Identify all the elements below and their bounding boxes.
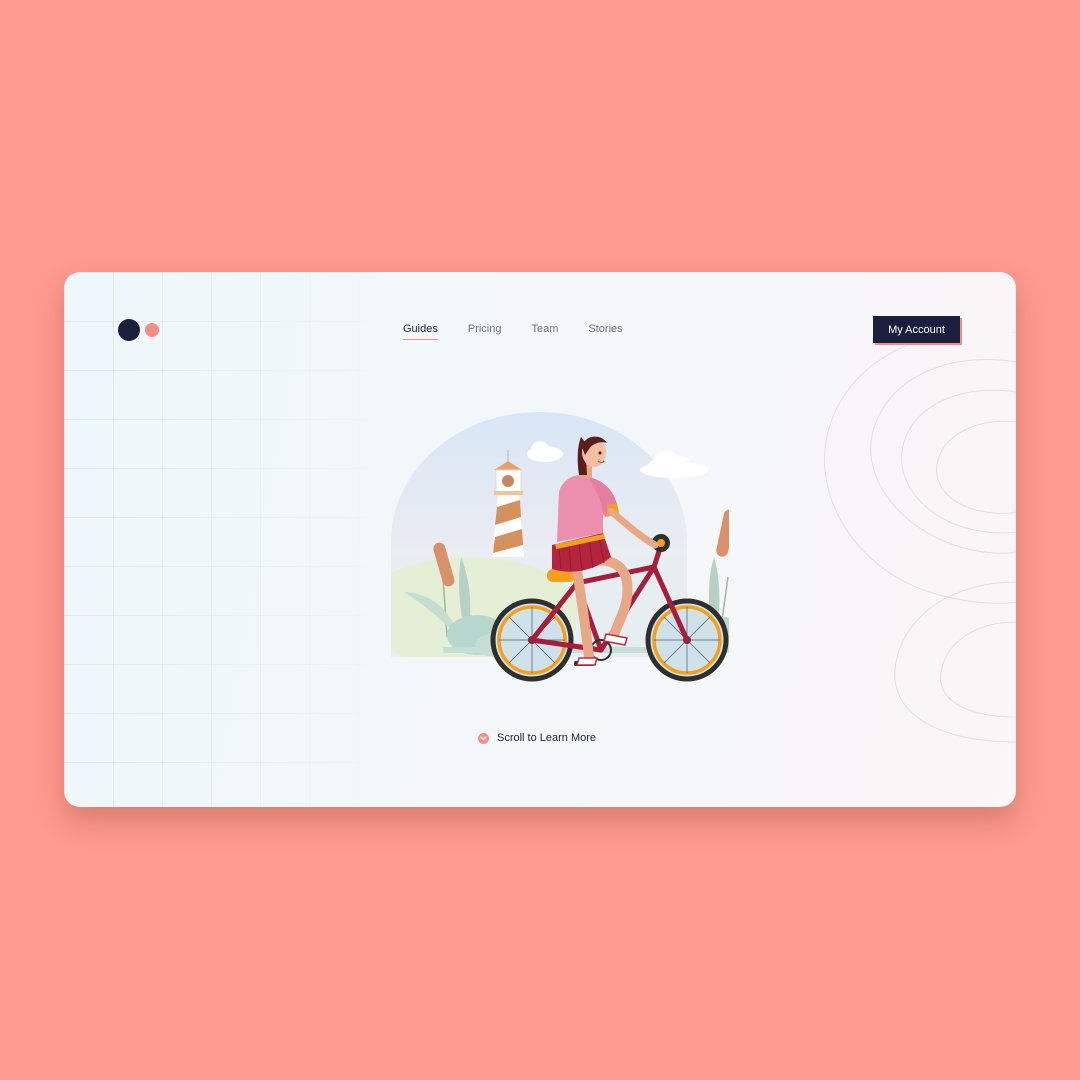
hero-illustration	[391, 412, 729, 682]
background-contour-lines	[824, 332, 1016, 743]
chevron-down-icon	[478, 732, 489, 744]
logo[interactable]	[118, 319, 178, 341]
landing-page-card: Guides Pricing Team Stories My Account S…	[64, 272, 1016, 807]
nav-item-stories[interactable]: Stories	[588, 323, 622, 340]
scroll-to-learn-more[interactable]: Scroll to Learn More	[478, 732, 596, 744]
logo-coral-dot	[145, 323, 159, 337]
background-grid	[64, 272, 394, 807]
scroll-label: Scroll to Learn More	[497, 732, 597, 744]
nav-item-guides[interactable]: Guides	[403, 323, 438, 340]
logo-dark-dot	[118, 319, 140, 341]
nav-item-pricing[interactable]: Pricing	[468, 323, 502, 340]
nav-item-team[interactable]: Team	[531, 323, 558, 340]
my-account-button[interactable]: My Account	[873, 316, 960, 343]
main-nav: Guides Pricing Team Stories	[403, 323, 653, 340]
